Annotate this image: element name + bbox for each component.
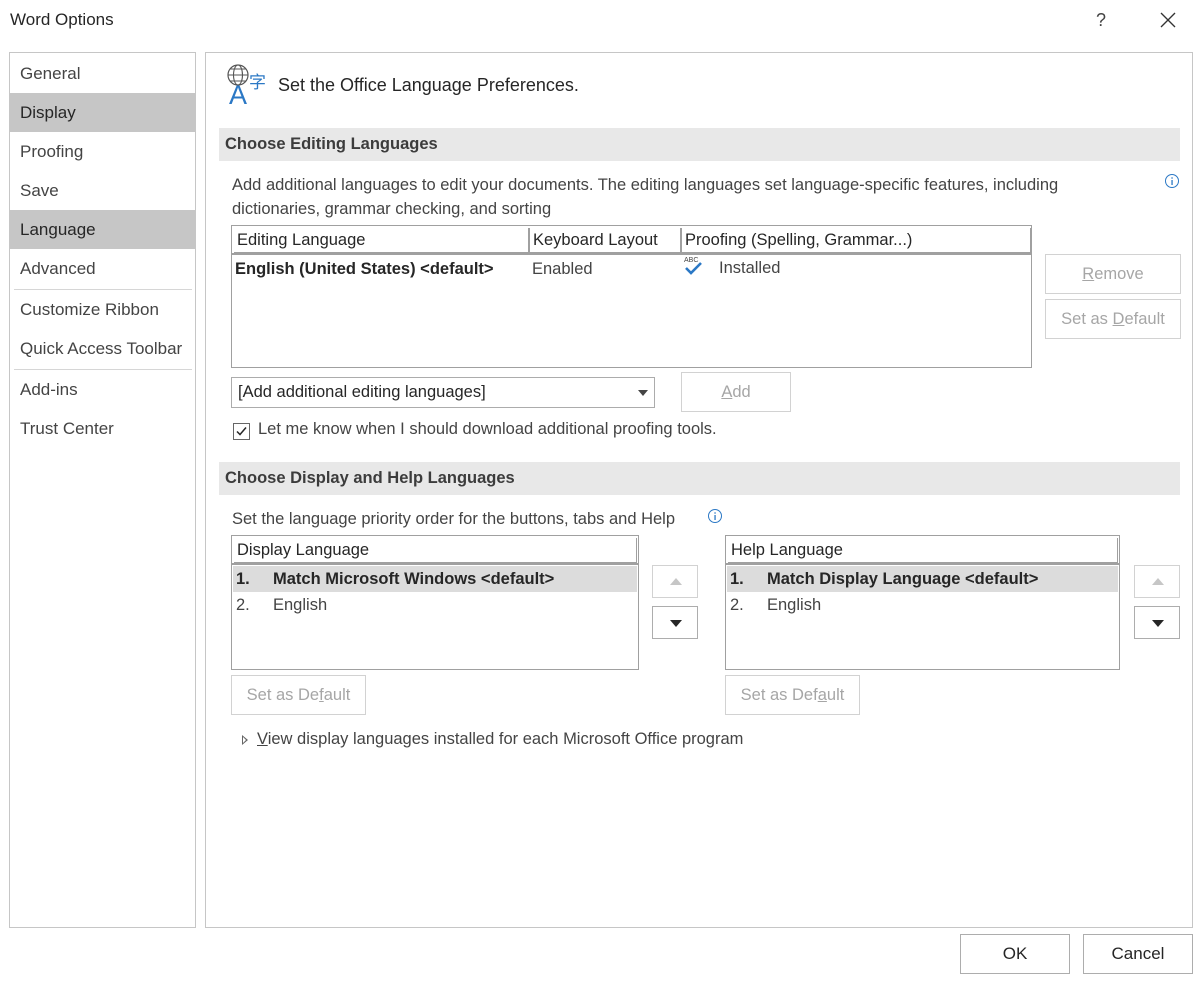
svg-text:字: 字	[249, 73, 266, 93]
expand-triangle-icon	[242, 735, 248, 745]
expander-label: View display languages installed for eac…	[257, 730, 744, 748]
remove-button[interactable]: Remove	[1045, 254, 1181, 294]
download-proofing-checkbox[interactable]	[233, 423, 250, 440]
column-header-proofing[interactable]: Proofing (Spelling, Grammar...)	[681, 228, 1031, 253]
column-header-help-language: Help Language	[728, 538, 1118, 563]
page-title: Set the Office Language Preferences.	[278, 75, 579, 95]
nav-item-trust-center[interactable]: Trust Center	[10, 409, 195, 448]
list-header-divider	[726, 563, 1119, 565]
nav-item-advanced[interactable]: Advanced	[10, 249, 195, 288]
row-keyboard-layout: Enabled	[532, 260, 593, 278]
add-button[interactable]: Add	[681, 372, 791, 412]
arrow-down-icon	[670, 620, 682, 627]
close-icon	[1160, 12, 1176, 28]
nav-item-general[interactable]: General	[10, 54, 195, 93]
close-button[interactable]	[1152, 4, 1184, 36]
display-language-list: Display Language 1. Match Microsoft Wind…	[231, 535, 639, 670]
list-item[interactable]: 2. English	[727, 592, 1118, 618]
chevron-down-icon	[638, 390, 648, 396]
list-item[interactable]: 1. Match Display Language <default>	[727, 566, 1118, 592]
help-button[interactable]: ?	[1086, 4, 1116, 36]
set-as-default-help-button[interactable]: Set as Default	[725, 675, 860, 715]
arrow-up-icon	[670, 578, 682, 585]
info-icon[interactable]	[707, 508, 723, 524]
move-up-help-button[interactable]	[1134, 565, 1180, 598]
help-language-list: Help Language 1. Match Display Language …	[725, 535, 1120, 670]
nav-item-language[interactable]: Language	[10, 210, 195, 249]
column-header-keyboard-layout[interactable]: Keyboard Layout	[529, 228, 681, 253]
set-as-default-display-button[interactable]: Set as Default	[231, 675, 366, 715]
window-title: Word Options	[10, 10, 114, 29]
nav-item-display[interactable]: Display	[10, 93, 195, 132]
svg-text:A: A	[229, 80, 247, 107]
list-header-divider	[232, 563, 638, 565]
title-bar: Word Options ?	[0, 0, 1200, 44]
download-proofing-label[interactable]: Let me know when I should download addit…	[258, 420, 717, 439]
list-item[interactable]: 2. English	[233, 592, 637, 618]
info-icon[interactable]	[1164, 173, 1180, 189]
row-editing-language: English (United States) <default>	[235, 260, 494, 278]
editing-description: Add additional languages to edit your do…	[232, 176, 1059, 218]
language-panel: A 字 Set the Office Language Preferences.…	[205, 52, 1193, 928]
nav-item-save[interactable]: Save	[10, 171, 195, 210]
ok-button[interactable]: OK	[960, 934, 1070, 974]
nav-item-add-ins[interactable]: Add-ins	[10, 370, 195, 409]
language-icon: A 字	[227, 64, 266, 107]
set-as-default-editing-button[interactable]: Set as Default	[1045, 299, 1181, 339]
options-nav: General Display Proofing Save Language A…	[9, 52, 196, 928]
nav-item-customize-ribbon[interactable]: Customize Ribbon	[10, 290, 195, 329]
move-down-display-button[interactable]	[652, 606, 698, 639]
dropdown-value: [Add additional editing languages]	[238, 383, 486, 401]
arrow-up-icon	[1152, 578, 1164, 585]
list-item[interactable]: 1. Match Microsoft Windows <default>	[233, 566, 637, 592]
nav-item-proofing[interactable]: Proofing	[10, 132, 195, 171]
checkmark-icon	[236, 427, 247, 436]
row-proofing-status: Installed	[719, 259, 781, 277]
display-help-description: Set the language priority order for the …	[232, 510, 676, 528]
column-header-editing-language[interactable]: Editing Language	[234, 228, 529, 253]
arrow-down-icon	[1152, 620, 1164, 627]
proofing-installed-icon: ABC	[684, 257, 702, 275]
add-editing-language-dropdown[interactable]: [Add additional editing languages]	[231, 377, 655, 408]
nav-item-quick-access-toolbar[interactable]: Quick Access Toolbar	[10, 329, 195, 368]
section-title-display-help: Choose Display and Help Languages	[219, 462, 1180, 495]
move-up-display-button[interactable]	[652, 565, 698, 598]
cancel-button[interactable]: Cancel	[1083, 934, 1193, 974]
table-header-divider	[232, 253, 1031, 255]
svg-text:ABC: ABC	[684, 257, 698, 264]
editing-languages-table: Editing Language Keyboard Layout Proofin…	[231, 225, 1032, 368]
column-header-display-language: Display Language	[234, 538, 637, 563]
section-title-editing: Choose Editing Languages	[219, 128, 1180, 161]
move-down-help-button[interactable]	[1134, 606, 1180, 639]
